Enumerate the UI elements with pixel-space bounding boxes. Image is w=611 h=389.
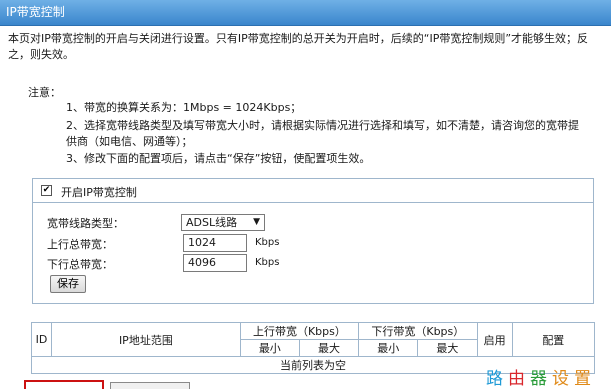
col-down-min-header: 最小 [358,339,419,357]
col-config-header: 配置 [511,322,596,357]
down-bandwidth-input[interactable]: 4096 [183,254,247,272]
page-title-bar: IP带宽控制 [0,0,611,26]
watermark-char-2: 由 [508,369,530,389]
delete-all-button[interactable] [110,382,190,389]
up-bandwidth-unit: Kbps [255,237,280,248]
watermark-char-3: 器 [530,369,552,389]
col-enable-header: 启用 [476,322,513,357]
up-bandwidth-input[interactable]: 1024 [183,234,247,252]
add-rule-button[interactable] [24,380,104,389]
col-up-min-header: 最小 [239,339,300,357]
chevron-down-icon: ▼ [253,217,260,227]
page-title: IP带宽控制 [6,5,65,19]
save-button[interactable]: 保存 [50,275,86,293]
col-id-header: ID [30,322,53,357]
notice-line-2: 2、选择宽带线路类型及填写带宽大小时，请根据实际情况进行选择和填写，如不清楚，请… [66,119,579,132]
watermark-char-1: 路 [486,369,508,389]
col-down-header: 下行带宽（Kbps） [358,322,478,340]
bandwidth-settings-panel: ✔ 开启IP带宽控制 宽带线路类型： ADSL线路 ▼ 上行总带宽： 1024 … [32,178,594,304]
notice-line-3: 供商（如电信、网通等）； [66,135,193,148]
watermark: 路由器设置 [486,364,596,389]
notice-label: 注意： [28,86,61,99]
line-type-select[interactable]: ADSL线路 ▼ [181,214,265,231]
col-up-header: 上行带宽（Kbps） [239,322,360,340]
enable-row: ✔ 开启IP带宽控制 [33,179,593,203]
table-header-row: ID IP地址范围 上行带宽（Kbps） 下行带宽（Kbps） 启用 配置 [30,322,596,357]
up-bandwidth-label: 上行总带宽： [47,238,113,251]
enable-bandwidth-label: 开启IP带宽控制 [61,186,137,199]
notice-line-1: 1、带宽的换算关系为：1Mbps = 1024Kbps； [66,101,302,114]
enable-bandwidth-checkbox[interactable]: ✔ [41,185,52,196]
col-down-max-header: 最大 [417,339,478,357]
page-intro: 本页对IP带宽控制的开启与关闭进行设置。只有IP带宽控制的总开关为开启时，后续的… [8,32,589,61]
col-ip-range-header: IP地址范围 [51,322,241,357]
down-bandwidth-unit: Kbps [255,257,280,268]
line-type-value: ADSL线路 [186,216,238,229]
notice-line-4: 3、修改下面的配置项后，请点击“保存”按钮，使配置项生效。 [66,152,371,165]
line-type-label: 宽带线路类型： [47,217,124,230]
down-bandwidth-label: 下行总带宽： [47,258,113,271]
col-up-max-header: 最大 [298,339,360,357]
watermark-char-4: 设置 [552,369,596,389]
